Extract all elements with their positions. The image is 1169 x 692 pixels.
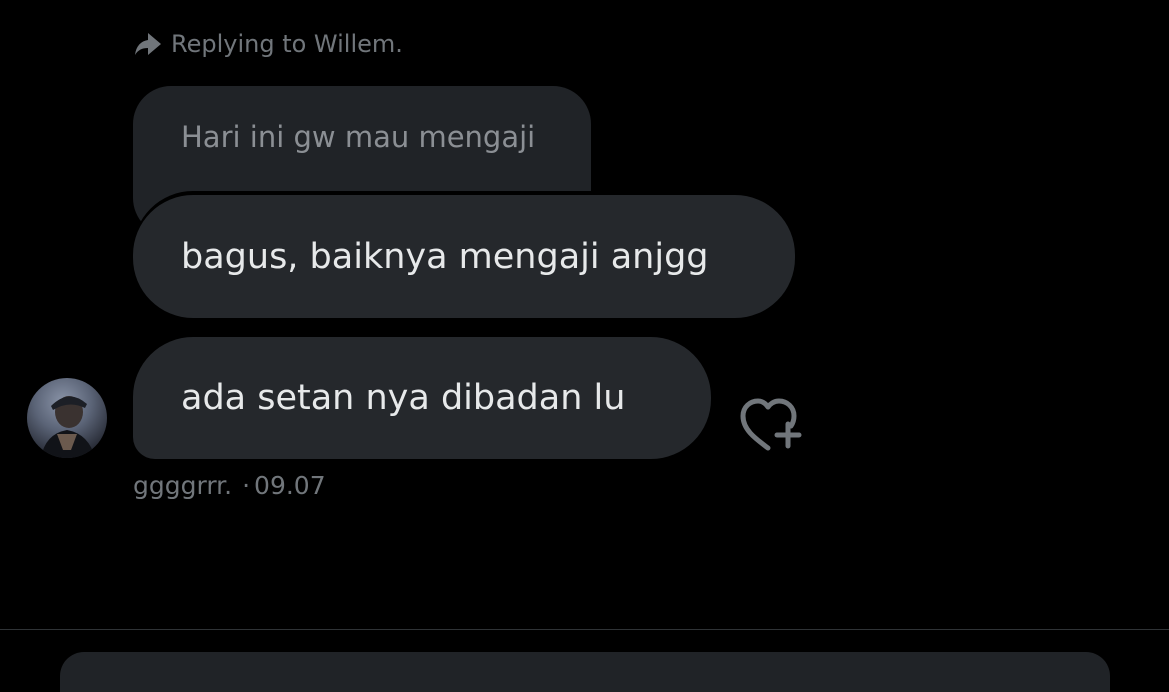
heart-plus-icon <box>740 398 802 451</box>
reply-header: Replying to Willem. <box>133 26 403 62</box>
quoted-message-text: Hari ini gw mau mengaji <box>181 120 536 154</box>
message-composer[interactable] <box>60 652 1110 692</box>
message-meta: ggggrrr. · 09.07 <box>133 469 326 501</box>
sender-name: ggggrrr. <box>133 470 233 500</box>
reply-arrow-icon <box>133 30 163 58</box>
meta-separator: · <box>242 470 251 500</box>
avatar[interactable] <box>27 378 107 458</box>
message-bubble[interactable]: bagus, baiknya mengaji anjgg <box>133 195 795 318</box>
add-reaction-button[interactable] <box>738 394 804 454</box>
reply-header-text: Replying to Willem. <box>171 30 403 58</box>
divider <box>0 629 1169 630</box>
message-text: ada setan nya dibadan lu <box>181 378 626 418</box>
message-bubble[interactable]: ada setan nya dibadan lu <box>133 337 711 459</box>
message-time: 09.07 <box>254 470 326 500</box>
message-text: bagus, baiknya mengaji anjgg <box>181 236 709 277</box>
